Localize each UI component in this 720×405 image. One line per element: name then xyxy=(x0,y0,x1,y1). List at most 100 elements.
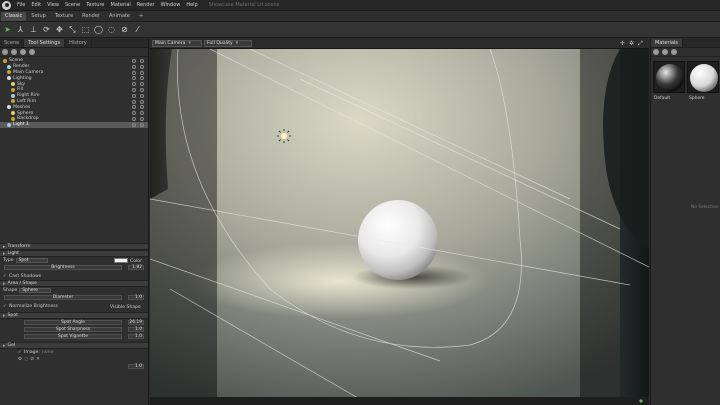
render-view[interactable] xyxy=(150,49,649,405)
shape-label: Shape xyxy=(3,288,18,293)
section-gel[interactable]: Gel xyxy=(0,342,148,349)
gel-tool-icons[interactable]: ⚙◌⊘✕ xyxy=(18,357,42,362)
menu-material[interactable]: Material xyxy=(108,2,134,8)
cast-shadows-row[interactable]: ✓ Cast Shadows xyxy=(0,273,148,280)
visibility-icon[interactable] xyxy=(132,105,144,110)
tab-setup[interactable]: Setup xyxy=(27,12,50,21)
maximize-icon[interactable]: ⤢ xyxy=(637,40,644,47)
spot-angle-value[interactable]: 26.19 xyxy=(128,320,144,325)
tab-texture[interactable]: Texture xyxy=(51,12,77,21)
menu-view[interactable]: View xyxy=(44,2,62,8)
tab-scene[interactable]: Scene xyxy=(0,39,25,47)
spot-sharpness-slider[interactable]: Spot Sharpness xyxy=(24,327,122,332)
spot-vignette-row: Spot Vignette 1.0 xyxy=(0,333,148,340)
visibility-icon[interactable] xyxy=(132,116,144,121)
visibility-icon[interactable] xyxy=(132,64,144,69)
shapes-icon[interactable] xyxy=(20,49,26,55)
grab-icon[interactable]: ✥ xyxy=(54,24,65,35)
tree-node-icon xyxy=(11,93,15,98)
crosshair-icon[interactable]: ✛ xyxy=(619,40,626,47)
add-tab-button[interactable]: + xyxy=(135,12,147,21)
tree-item-label: Lighting xyxy=(13,75,32,81)
visibility-icon[interactable] xyxy=(132,82,144,87)
tab-tool-settings[interactable]: Tool Settings xyxy=(24,39,66,47)
section-area-shape[interactable]: Area / Shape xyxy=(0,280,148,287)
bone-icon[interactable]: ⅄ xyxy=(15,24,26,35)
light-icon[interactable] xyxy=(29,49,35,55)
type-dropdown[interactable]: Spot xyxy=(15,258,48,263)
select-arrow-icon[interactable]: ➤ xyxy=(2,24,13,35)
materials-toolbar xyxy=(651,48,720,57)
visibility-icon[interactable] xyxy=(132,87,144,92)
spot-sharpness-value[interactable]: 1.0 xyxy=(128,327,144,332)
brightness-slider[interactable]: Brightness xyxy=(4,265,122,270)
shape-dropdown[interactable]: Sphere xyxy=(19,288,52,293)
viewport[interactable]: Main Camera Full Quality ✛ ✲ ⤢ xyxy=(150,39,649,405)
tree-node-icon xyxy=(7,105,11,110)
document-title: Showcase Material Lit.scene xyxy=(208,2,280,8)
magic-wand-icon[interactable]: ⁄ xyxy=(132,24,143,35)
tree-node-icon xyxy=(11,111,15,116)
scale-gizmo-icon[interactable]: ⤡ xyxy=(67,24,78,35)
scene-tree: Scene Render Main Camera Lighting Sky Fill Rig… xyxy=(0,57,148,128)
visibility-icon[interactable] xyxy=(132,122,144,127)
folder-icon[interactable] xyxy=(671,49,677,55)
tab-materials[interactable]: Materials xyxy=(651,39,683,47)
gel-image-checkbox[interactable]: ✓ xyxy=(18,350,22,355)
menu-scene[interactable]: Scene xyxy=(62,2,83,8)
duplicate-icon[interactable] xyxy=(11,49,17,55)
visibility-icon[interactable] xyxy=(132,59,144,63)
visibility-icon[interactable] xyxy=(132,99,144,104)
add-material-icon[interactable] xyxy=(653,49,659,55)
move-gizmo-icon[interactable]: ⊥ xyxy=(28,24,39,35)
tab-animate[interactable]: Animate xyxy=(105,12,134,21)
menu-edit[interactable]: Edit xyxy=(28,2,44,8)
diameter-value[interactable]: 1.0 xyxy=(128,295,144,300)
spot-vignette-slider[interactable]: Spot Vignette xyxy=(24,334,122,339)
menu-render[interactable]: Render xyxy=(134,2,158,8)
tree-item[interactable]: Light 1 xyxy=(0,121,148,128)
viewport-header: Main Camera Full Quality ✛ ✲ ⤢ xyxy=(150,39,649,49)
quality-dropdown[interactable]: Full Quality xyxy=(204,40,252,47)
gel-tile-value[interactable]: 1.0 xyxy=(128,364,144,369)
normalize-brightness-checkbox[interactable]: ✓ xyxy=(3,304,7,309)
menu-texture[interactable]: Texture xyxy=(83,2,107,8)
cast-shadows-checkbox[interactable]: ✓ xyxy=(3,274,7,279)
diameter-slider[interactable]: Diameter xyxy=(4,295,122,300)
material-thumb-default[interactable] xyxy=(653,61,685,93)
tab-history[interactable]: History xyxy=(65,39,92,47)
tree-node-icon xyxy=(11,99,15,104)
duplicate-material-icon[interactable] xyxy=(662,49,668,55)
visibility-icon[interactable] xyxy=(132,70,144,75)
camera-dropdown[interactable]: Main Camera xyxy=(152,40,202,47)
brightness-value[interactable]: 1.82 xyxy=(128,265,144,270)
rotate-gizmo-icon[interactable]: ⟳ xyxy=(41,24,52,35)
settings-icon[interactable]: ✲ xyxy=(628,40,635,47)
section-transform[interactable]: Transform xyxy=(0,243,148,250)
mode-tabs: Classic Setup Texture Render Animate + xyxy=(0,11,720,22)
menu-file[interactable]: File xyxy=(14,2,28,8)
visible-shape-label[interactable]: Visible Shape xyxy=(110,305,141,310)
spot-vignette-value[interactable]: 1.0 xyxy=(128,334,144,339)
marquee-select-icon[interactable]: ⬚ xyxy=(80,24,91,35)
paint-select-icon[interactable]: ⊘ xyxy=(119,24,130,35)
color-swatch[interactable] xyxy=(114,258,128,263)
tree-node-icon xyxy=(11,82,15,87)
lasso-freeform-icon[interactable]: ◌ xyxy=(106,24,117,35)
material-thumb-sphere[interactable] xyxy=(687,61,719,93)
visibility-icon[interactable] xyxy=(132,93,144,98)
type-label: Type xyxy=(3,258,14,263)
visibility-icon[interactable] xyxy=(132,111,144,116)
visibility-icon[interactable] xyxy=(132,76,144,81)
scene-toolbar xyxy=(0,48,148,57)
right-panel: Materials Default Sphere No Selection xyxy=(650,39,720,405)
menu-window[interactable]: Window xyxy=(158,2,184,8)
section-spot[interactable]: Spot xyxy=(0,312,148,319)
tab-classic[interactable]: Classic xyxy=(1,11,27,21)
add-icon[interactable] xyxy=(2,49,8,55)
spot-angle-slider[interactable]: Spot Angle xyxy=(24,320,122,325)
tab-render[interactable]: Render xyxy=(78,12,104,21)
section-light[interactable]: Light xyxy=(0,250,148,257)
lasso-circle-icon[interactable]: ◯ xyxy=(93,24,104,35)
menu-help[interactable]: Help xyxy=(183,2,200,8)
